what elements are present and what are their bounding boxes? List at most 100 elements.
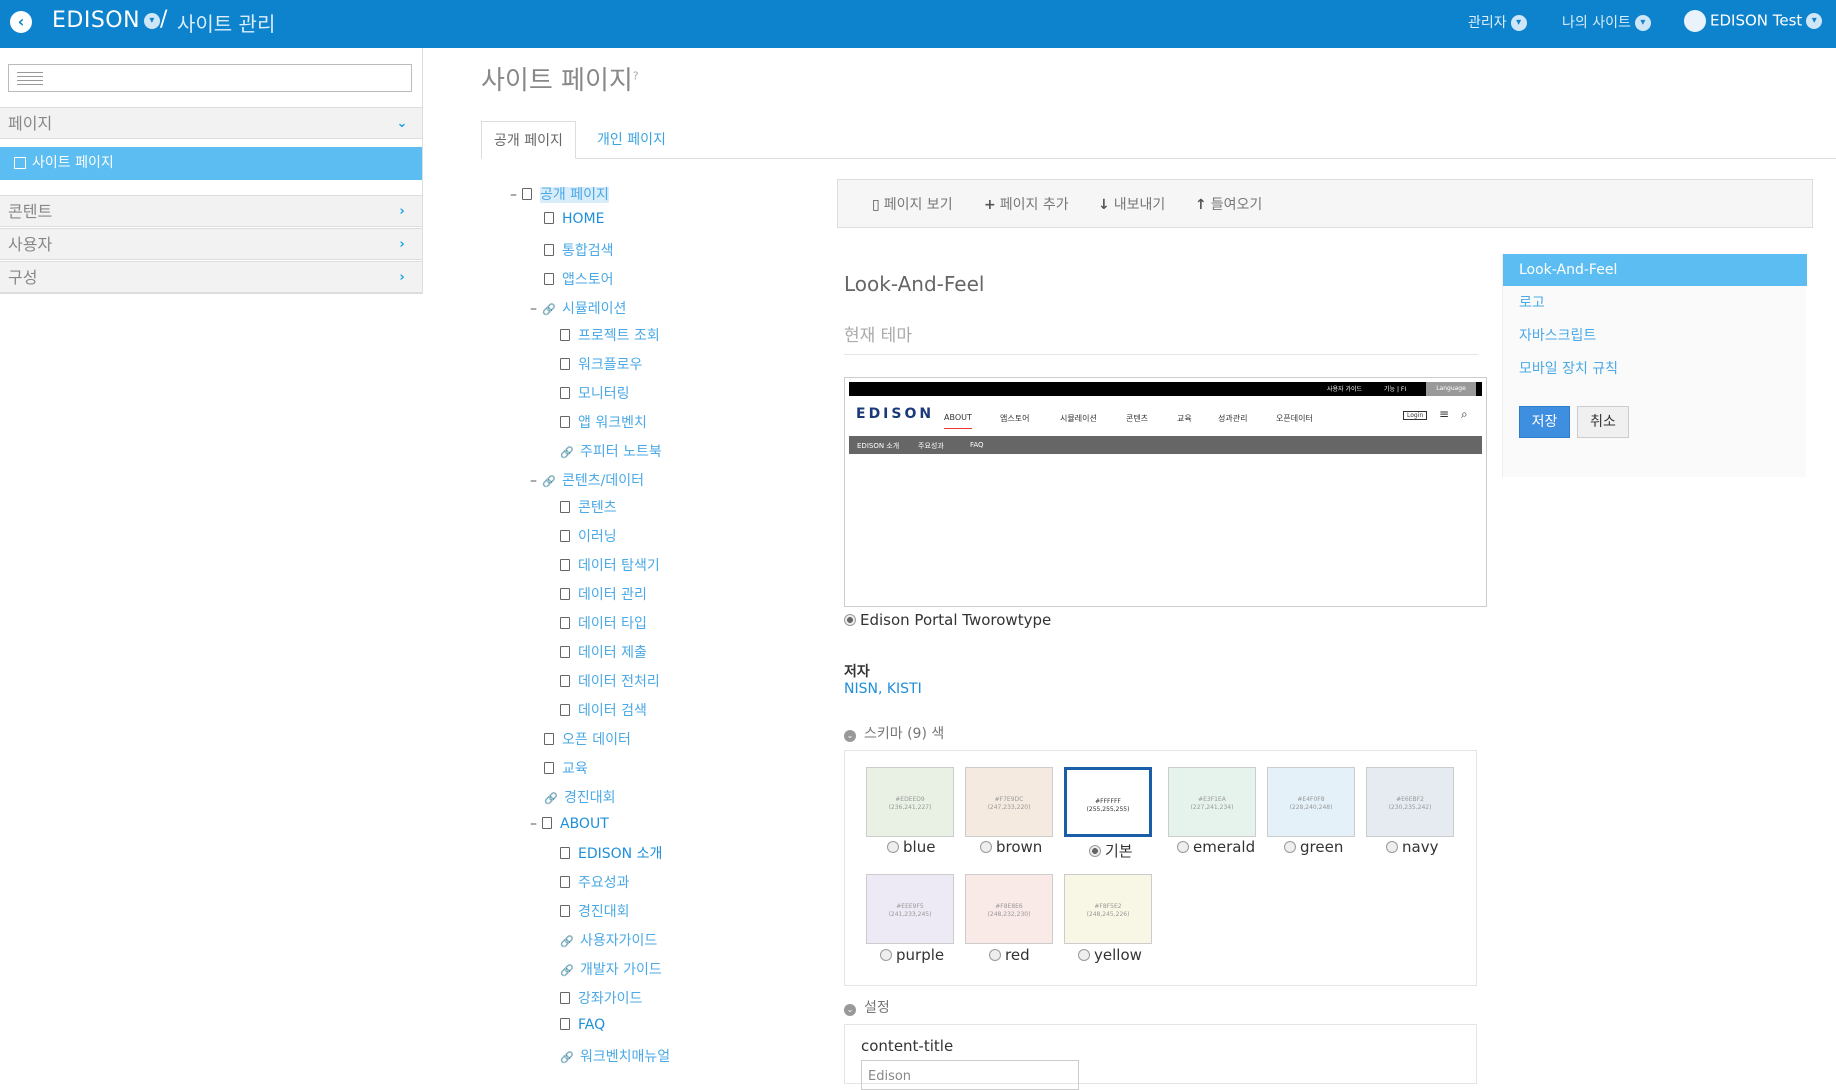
tree-node[interactable]: 경진대회 — [560, 901, 630, 921]
tree-node[interactable]: 오픈 데이터 — [544, 729, 631, 749]
tab-public-pages[interactable]: 공개 페이지 — [481, 121, 576, 159]
author-link[interactable]: NISN, KISTI — [844, 681, 922, 697]
content-title-input[interactable]: Edison — [861, 1060, 1079, 1090]
tree-node[interactable]: 데이터 검색 — [560, 700, 647, 720]
nav-look-and-feel[interactable]: Look-And-Feel — [1503, 254, 1807, 286]
scheme-swatch[interactable]: #E4F0F8 (228,240,248) — [1267, 767, 1355, 837]
scheme-option[interactable]: navy — [1386, 838, 1438, 856]
filter-icon — [17, 72, 43, 86]
scheme-swatch[interactable]: #EDEED9 (236,241,227) — [866, 767, 954, 837]
nav-mobile-rules[interactable]: 모바일 장치 규칙 — [1503, 353, 1807, 385]
settings-toggle[interactable]: ⌄ 설정 — [844, 997, 890, 1017]
scheme-option[interactable]: emerald — [1177, 838, 1255, 856]
help-icon[interactable]: ? — [633, 69, 639, 82]
sidebar-section-content[interactable]: 콘텐트 › — [0, 195, 422, 227]
chevron-down-icon: ▾ — [1510, 15, 1527, 31]
user-menu[interactable]: EDISON Test ▾ — [1684, 10, 1823, 32]
import-button[interactable]: ↑ 들여오기 — [1195, 194, 1262, 214]
brand-menu[interactable]: EDISON ▾ — [52, 8, 161, 33]
scheme-option[interactable]: 기본 — [1089, 840, 1133, 861]
export-button[interactable]: ↓ 내보내기 — [1098, 194, 1165, 214]
radio-icon — [887, 841, 899, 853]
tree-node[interactable]: 프로젝트 조회 — [560, 325, 660, 345]
tree-node[interactable]: 모니터링 — [560, 383, 630, 403]
tree-node-label: 데이터 관리 — [578, 587, 647, 603]
scheme-swatch[interactable]: #E6EBF2 (230,235,242) — [1366, 767, 1454, 837]
collapse-icon[interactable]: – — [530, 301, 542, 317]
color-scheme-grid: #EDEED9 (236,241,227) blue #F7E9DC (247,… — [844, 750, 1477, 986]
tree-node[interactable]: 데이터 관리 — [560, 584, 647, 604]
scheme-option[interactable]: blue — [887, 838, 935, 856]
tree-node[interactable]: – ABOUT — [530, 816, 609, 832]
sidebar-item-site-pages[interactable]: 사이트 페이지 — [0, 147, 422, 180]
sidebar-section-config[interactable]: 구성 › — [0, 261, 422, 293]
collapse-icon[interactable]: – — [530, 816, 542, 832]
radio-icon — [989, 949, 1001, 961]
scheme-option[interactable]: purple — [880, 946, 944, 964]
scheme-swatch[interactable]: #F8E8E6 (248,232,230) — [965, 874, 1053, 944]
tree-node[interactable]: 데이터 탐색기 — [560, 555, 660, 575]
tree-node-label: 시뮬레이션 — [562, 301, 627, 317]
tree-node[interactable]: – 공개 페이지 — [510, 184, 609, 204]
tree-node[interactable]: 앱 워크벤치 — [560, 412, 647, 432]
scheme-option[interactable]: brown — [980, 838, 1042, 856]
scheme-option[interactable]: yellow — [1078, 946, 1142, 964]
tree-node[interactable]: 🔗 워크벤치매뉴얼 — [560, 1046, 670, 1066]
scheme-swatch[interactable]: #E3F1EA (227,241,234) — [1168, 767, 1256, 837]
tree-node[interactable]: – 🔗 콘텐츠/데이터 — [530, 470, 644, 490]
tree-node[interactable]: 강좌가이드 — [560, 988, 642, 1008]
scheme-swatch[interactable]: #F8F5E2 (248,245,226) — [1064, 874, 1152, 944]
mysites-menu[interactable]: 나의 사이트 ▾ — [1562, 12, 1651, 32]
back-arrow-icon[interactable]: ‹ — [10, 11, 32, 33]
tree-node[interactable]: 🔗 사용자가이드 — [560, 930, 657, 950]
preview-top-strip: 사용자 가이드 기능 | FI Language — [849, 382, 1482, 396]
scheme-swatch[interactable]: #EEE9F5 (241,233,245) — [866, 874, 954, 944]
search-input[interactable] — [8, 64, 412, 92]
sidebar-section-pages[interactable]: 페이지 ⌄ — [0, 107, 422, 139]
tree-node[interactable]: 데이터 제출 — [560, 642, 647, 662]
chevron-right-icon: › — [399, 237, 405, 252]
scheme-swatch[interactable]: #FFFFFF (255,255,255) — [1064, 767, 1152, 837]
collapse-icon[interactable]: – — [530, 473, 542, 489]
scheme-option[interactable]: red — [989, 946, 1030, 964]
tree-node[interactable]: 🔗 경진대회 — [544, 787, 616, 807]
tree-node[interactable]: HOME — [544, 211, 604, 227]
tree-node[interactable]: EDISON 소개 — [560, 843, 662, 863]
tree-node[interactable]: 데이터 타입 — [560, 613, 647, 633]
chevron-right-icon: › — [399, 204, 405, 219]
tree-node[interactable]: 🔗 개발자 가이드 — [560, 959, 662, 979]
tree-node-label: 주요성과 — [578, 875, 630, 891]
schema-toggle[interactable]: ⌄ 스키마 (9) 색 — [844, 723, 944, 743]
tree-node[interactable]: 이러닝 — [560, 526, 617, 546]
scheme-option[interactable]: green — [1284, 838, 1343, 856]
theme-preview: 사용자 가이드 기능 | FI Language EDISON ABOUT 앱스… — [844, 377, 1487, 607]
tree-node[interactable]: 통합검색 — [544, 240, 614, 260]
preview-menu-item: 오픈데이터 — [1276, 414, 1313, 423]
tree-node[interactable]: 앱스토어 — [544, 269, 614, 289]
tree-node[interactable]: – 🔗 시뮬레이션 — [530, 298, 626, 318]
page-icon — [560, 1018, 570, 1030]
add-page-button[interactable]: + 페이지 추가 — [984, 194, 1069, 214]
tree-node-label: 콘텐츠 — [578, 500, 617, 516]
nav-logo[interactable]: 로고 — [1503, 287, 1807, 319]
tree-node[interactable]: FAQ — [560, 1017, 605, 1033]
nav-javascript[interactable]: 자바스크립트 — [1503, 320, 1807, 352]
save-button[interactable]: 저장 — [1519, 406, 1570, 438]
scheme-swatch[interactable]: #F7E9DC (247,233,220) — [965, 767, 1053, 837]
tab-private-pages[interactable]: 개인 페이지 — [585, 121, 678, 159]
view-page-button[interactable]: ▯ 페이지 보기 — [872, 194, 953, 214]
tree-node[interactable]: 워크플로우 — [560, 354, 642, 374]
tree-node[interactable]: 교육 — [544, 758, 588, 778]
page-icon — [522, 188, 532, 200]
tree-node[interactable]: 🔗 주피터 노트북 — [560, 441, 662, 461]
tree-node[interactable]: 주요성과 — [560, 872, 630, 892]
tree-node[interactable]: 데이터 전처리 — [560, 671, 660, 691]
theme-option[interactable]: Edison Portal Tworowtype — [844, 611, 1051, 629]
link-icon: 🔗 — [544, 792, 558, 805]
collapse-icon[interactable]: – — [510, 187, 522, 203]
tree-node[interactable]: 콘텐츠 — [560, 497, 617, 517]
sidebar-section-users[interactable]: 사용자 › — [0, 228, 422, 260]
cancel-button[interactable]: 취소 — [1577, 406, 1629, 438]
admin-menu[interactable]: 관리자 ▾ — [1468, 12, 1527, 32]
preview-top-link: 사용자 가이드 — [1327, 386, 1363, 393]
